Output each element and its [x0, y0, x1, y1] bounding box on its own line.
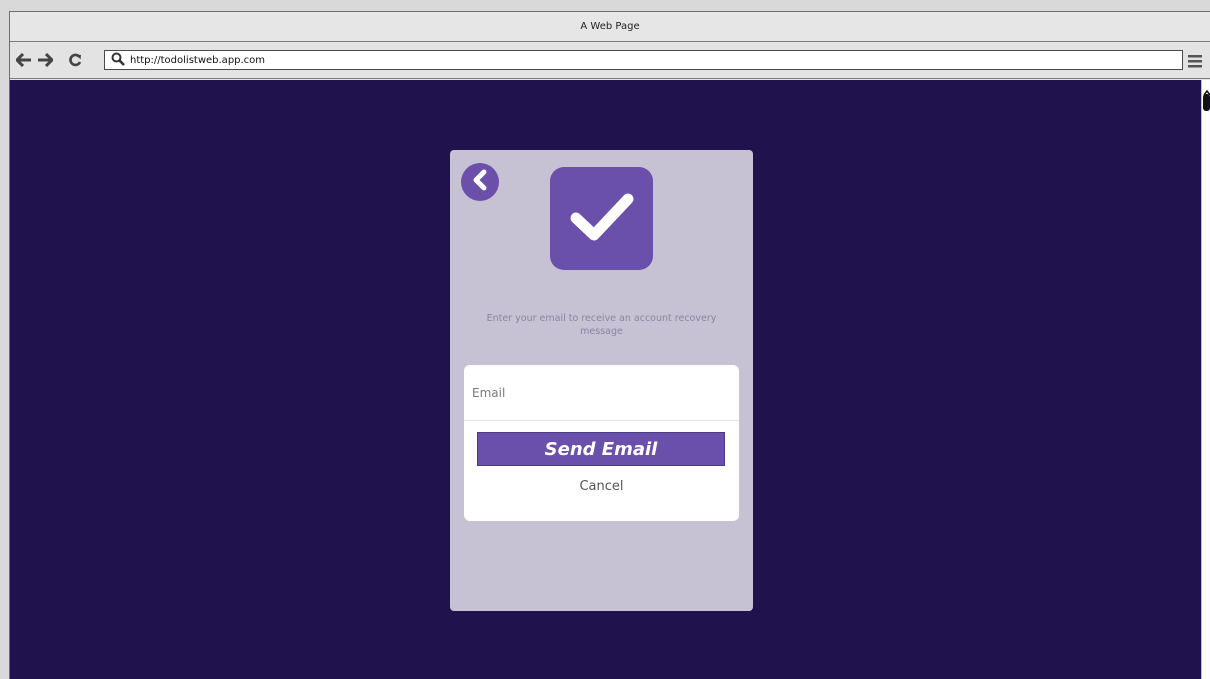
refresh-icon[interactable] [68, 52, 82, 71]
browser-toolbar: http://todolistweb.app.com [10, 42, 1210, 79]
cancel-link[interactable]: Cancel [464, 479, 739, 494]
back-arrow-icon[interactable] [14, 52, 32, 71]
browser-window: A Web Page http://todolistweb.app.com En… [9, 11, 1210, 679]
recovery-form: Send Email Cancel [464, 365, 739, 521]
checkmark-icon [569, 191, 635, 247]
search-icon [111, 51, 125, 70]
title-bar: A Web Page [10, 12, 1210, 42]
email-field[interactable] [464, 365, 739, 421]
hamburger-menu-icon[interactable] [1188, 53, 1202, 72]
chevron-left-icon [471, 169, 489, 195]
window-title: A Web Page [580, 21, 640, 32]
back-button[interactable] [461, 163, 499, 201]
scroll-thumb[interactable] [1203, 94, 1210, 111]
url-text: http://todolistweb.app.com [130, 54, 266, 66]
page-viewport: Enter your email to receive an account r… [10, 80, 1201, 679]
app-logo [550, 167, 653, 270]
send-email-button[interactable]: Send Email [477, 432, 725, 466]
forward-arrow-icon[interactable] [37, 52, 55, 71]
instructions-text: Enter your email to receive an account r… [486, 313, 717, 337]
address-bar[interactable]: http://todolistweb.app.com [104, 50, 1183, 70]
vertical-scrollbar[interactable] [1201, 80, 1210, 679]
recovery-card: Enter your email to receive an account r… [450, 150, 753, 611]
